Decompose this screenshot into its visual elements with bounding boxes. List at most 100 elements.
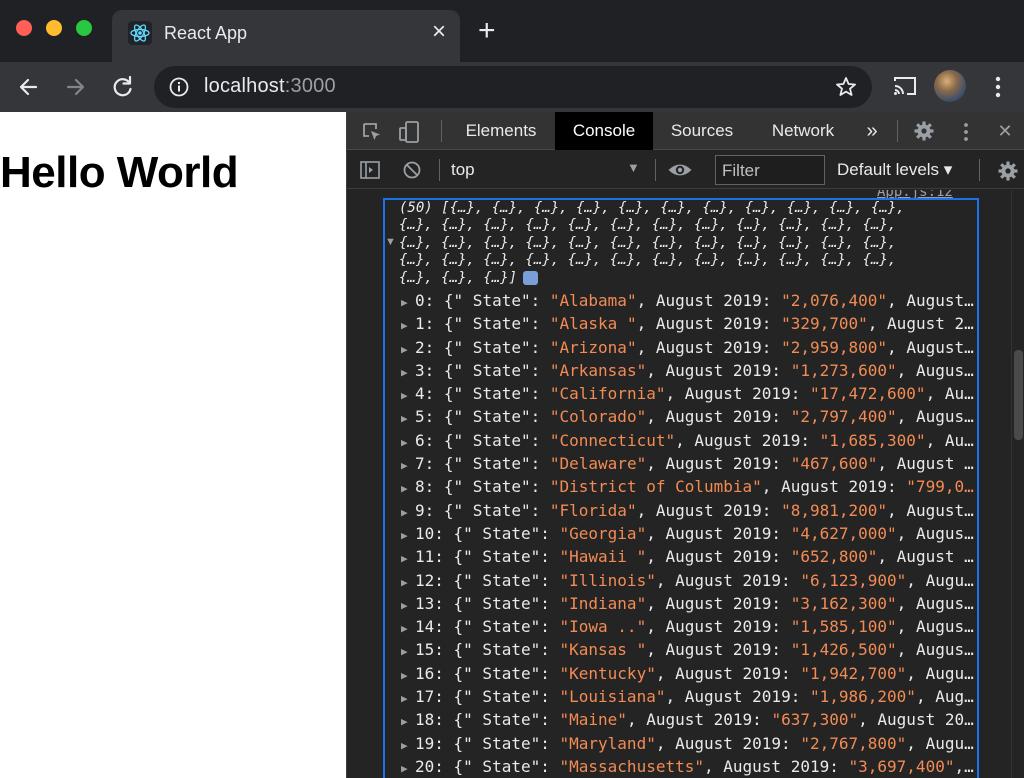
entry-key: , August 2019: [646,407,791,427]
array-entry-row[interactable]: ▶ 17: {" State": "Louisiana", August 2019… [401,685,979,708]
zoom-window-button[interactable] [76,20,92,36]
expand-arrow-icon[interactable]: ▶ [401,384,415,405]
tab-elements[interactable]: Elements [453,112,549,150]
device-toolbar-icon[interactable] [397,120,421,144]
log-levels-dropdown[interactable]: Default levels ▾ [837,160,952,180]
browser-menu-icon[interactable] [992,74,1004,100]
expand-arrow-icon[interactable]: ▶ [401,664,415,685]
array-entry-row[interactable]: ▶ 4: {" State": "California", August 2019… [401,382,979,405]
entry-index: 8: [415,477,444,497]
forward-arrow-icon[interactable] [60,72,90,102]
console-output[interactable]: App.js:12 ▼ (50) [{…}, {…}, {…}, {…}, {…… [347,190,1024,778]
state-value: "Alabama" [549,291,637,310]
bookmark-star-icon[interactable] [834,75,858,99]
entry-index: 0: [415,291,444,310]
expand-arrow-icon[interactable]: ▶ [401,314,415,335]
cast-icon[interactable] [892,74,918,98]
reload-icon[interactable] [108,72,138,102]
tab-console[interactable]: Console [555,112,653,150]
array-entry-row[interactable]: ▶ 12: {" State": "Illinois", August 2019:… [401,569,979,592]
expand-arrow-icon[interactable]: ▶ [401,640,415,661]
close-devtools-icon[interactable]: ✕ [991,112,1019,150]
tab-sources[interactable]: Sources [659,112,745,150]
expand-arrow-icon[interactable]: ▶ [401,734,415,755]
population-value: "652,800" [790,547,878,567]
expand-arrow-icon[interactable]: ▶ [401,757,415,778]
entry-index: 13: [415,593,454,613]
array-entry-row[interactable]: ▶ 1: {" State": "Alaska ", August 2019: "… [401,312,979,335]
expand-arrow-icon[interactable]: ▶ [401,687,415,708]
expand-arrow-icon[interactable]: ▶ [401,571,415,592]
info-badge-icon[interactable] [523,270,539,285]
profile-avatar[interactable] [934,70,966,102]
filter-input[interactable]: Filter [715,155,825,185]
tab-network[interactable]: Network [759,112,847,150]
expand-arrow-icon[interactable]: ▶ [401,407,415,428]
entry-tail: , Aug… [915,687,974,707]
minimize-window-button[interactable] [46,20,62,36]
site-info-icon[interactable] [168,76,190,98]
devtools-menu-icon[interactable] [961,121,971,143]
array-entry-row[interactable]: ▶ 3: {" State": "Arkansas", August 2019: … [401,359,979,382]
array-entry-row[interactable]: ▶ 14: {" State": "Iowa ..", August 2019: … [401,615,979,638]
expand-arrow-icon[interactable]: ▶ [401,338,415,359]
state-value: "Florida" [549,500,637,520]
array-entry-row[interactable]: ▶ 9: {" State": "Florida", August 2019: "… [401,499,979,522]
collapse-arrow-icon[interactable]: ▼ [385,236,396,248]
array-entry-row[interactable]: ▶ 11: {" State": "Hawaii ", August 2019: … [401,545,979,568]
context-dropdown-icon[interactable]: ▼ [627,160,640,175]
array-entry-row[interactable]: ▶ 5: {" State": "Colorado", August 2019: … [401,405,979,428]
array-entry-row[interactable]: ▶ 8: {" State": "District of Columbia", A… [401,475,979,498]
clear-console-icon[interactable] [401,159,423,181]
array-entry-row[interactable]: ▶ 20: {" State": "Massachusetts", August … [401,755,979,778]
array-entry-row[interactable]: ▶ 10: {" State": "Georgia", August 2019: … [401,522,979,545]
tab-close-icon[interactable]: × [432,19,446,45]
expand-arrow-icon[interactable]: ▶ [401,710,415,731]
state-value: "Indiana" [559,593,647,613]
inspect-element-icon[interactable] [361,121,383,143]
expand-arrow-icon[interactable]: ▶ [401,524,415,545]
entry-key: {" State": [443,360,550,380]
array-entry-row[interactable]: ▶ 16: {" State": "Kentucky", August 2019:… [401,662,979,685]
expand-arrow-icon[interactable]: ▶ [401,454,415,475]
scrollbar-thumb[interactable] [1014,350,1023,440]
back-arrow-icon[interactable] [14,72,44,102]
array-entry-row[interactable]: ▶ 7: {" State": "Delaware", August 2019: … [401,452,979,475]
array-entry-row[interactable]: ▶ 2: {" State": "Arizona", August 2019: "… [401,336,979,359]
array-entry-row[interactable]: ▶ 18: {" State": "Maine", August 2019: "6… [401,708,979,731]
expand-arrow-icon[interactable]: ▶ [401,477,415,498]
state-value: "Colorado" [549,407,647,427]
expand-arrow-icon[interactable]: ▶ [401,501,415,522]
expand-arrow-icon[interactable]: ▶ [401,594,415,615]
state-value: "California" [549,384,666,404]
entry-key: , August 2019: [655,733,801,753]
state-value: "Kentucky" [559,663,656,683]
entry-key: {" State": [453,617,560,637]
console-scrollbar[interactable] [1011,190,1024,778]
expand-arrow-icon[interactable]: ▶ [401,291,415,312]
expand-arrow-icon[interactable]: ▶ [401,617,415,638]
address-bar[interactable]: localhost:3000 [154,66,872,108]
entry-index: 17: [415,687,454,707]
browser-tab[interactable]: React App × [112,10,460,62]
context-selector[interactable]: top [451,160,475,180]
array-entry-row[interactable]: ▶ 15: {" State": "Kansas ", August 2019: … [401,638,979,661]
expand-arrow-icon[interactable]: ▶ [401,431,415,452]
console-settings-gear-icon[interactable] [997,160,1019,182]
close-window-button[interactable] [16,20,32,36]
divider [655,159,656,181]
array-entry-row[interactable]: ▶ 0: {" State": "Alabama", August 2019: "… [401,289,979,312]
expand-arrow-icon[interactable]: ▶ [401,547,415,568]
live-expression-eye-icon[interactable] [667,160,693,180]
array-entry-row[interactable]: ▶ 19: {" State": "Maryland", August 2019:… [401,732,979,755]
entry-tail: , Augus… [896,617,974,637]
entry-tail: , August … [877,547,974,567]
sidebar-toggle-icon[interactable] [359,159,381,181]
array-entry-row[interactable]: ▶ 6: {" State": "Connecticut", August 201… [401,429,979,452]
array-entry-row[interactable]: ▶ 13: {" State": "Indiana", August 2019: … [401,592,979,615]
array-summary[interactable]: (50) [{…}, {…}, {…}, {…}, {…}, {…}, {…},… [399,200,979,287]
expand-arrow-icon[interactable]: ▶ [401,361,415,382]
more-tabs-icon[interactable]: » [857,112,887,150]
settings-gear-icon[interactable] [913,120,935,142]
new-tab-button[interactable]: + [478,16,496,46]
